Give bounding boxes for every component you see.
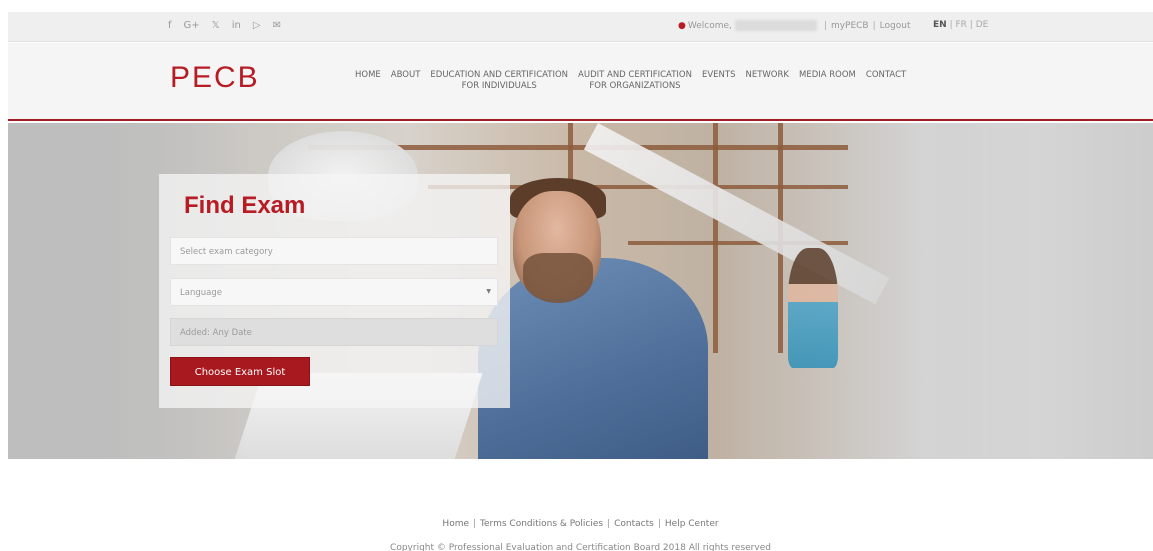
nav-contact[interactable]: CONTACT [861, 70, 911, 92]
google-plus-icon[interactable]: G+ [184, 20, 200, 32]
nav-media-room[interactable]: MEDIA ROOM [794, 70, 861, 92]
footer-help-center-link[interactable]: Help Center [665, 519, 719, 529]
footer-terms-link[interactable]: Terms Conditions & Policies [480, 519, 603, 529]
main-nav: HOME ABOUT EDUCATION AND CERTIFICATION F… [350, 70, 911, 92]
username-blurred [734, 20, 817, 31]
footer-home-link[interactable]: Home [442, 519, 469, 529]
background-woman [788, 248, 838, 368]
user-icon: ● [678, 20, 686, 31]
top-bar: f G+ 𝕏 in ▷ ✉ ● Welcome, | myPECB | Logo… [8, 12, 1153, 42]
youtube-icon[interactable]: ▷ [253, 20, 261, 32]
nav-network[interactable]: NETWORK [740, 70, 794, 92]
welcome-text: Welcome, [687, 20, 732, 31]
shelf-post [713, 123, 718, 353]
mypecb-link[interactable]: myPECB [831, 21, 869, 31]
right-haze [893, 123, 1153, 459]
find-exam-panel: Find Exam Select exam category Language … [159, 174, 510, 408]
language-select[interactable]: Language ▼ [170, 278, 498, 306]
lang-fr[interactable]: FR [955, 20, 966, 30]
footer-contacts-link[interactable]: Contacts [614, 519, 654, 529]
exam-category-select[interactable]: Select exam category [170, 237, 498, 265]
man-shirt [478, 258, 708, 459]
linkedin-icon[interactable]: in [232, 20, 241, 32]
language-switcher: EN | FR | DE [933, 20, 989, 30]
language-placeholder: Language [180, 288, 222, 298]
find-exam-title: Find Exam [184, 192, 306, 219]
facebook-icon[interactable]: f [168, 20, 172, 32]
copyright-text: Copyright © Professional Evaluation and … [390, 543, 771, 551]
nav-about[interactable]: ABOUT [386, 70, 426, 92]
twitter-icon[interactable]: 𝕏 [212, 20, 220, 32]
choose-exam-slot-button[interactable]: Choose Exam Slot [170, 357, 310, 386]
main-header: PECB HOME ABOUT EDUCATION AND CERTIFICAT… [8, 43, 1153, 121]
logout-link[interactable]: Logout [880, 21, 911, 31]
page: f G+ 𝕏 in ▷ ✉ ● Welcome, | myPECB | Logo… [8, 12, 1153, 551]
nav-events[interactable]: EVENTS [697, 70, 741, 92]
mail-icon[interactable]: ✉ [273, 20, 281, 32]
nav-home[interactable]: HOME [350, 70, 386, 92]
exam-category-placeholder: Select exam category [180, 247, 273, 257]
nav-education-certification-individuals[interactable]: EDUCATION AND CERTIFICATION FOR INDIVIDU… [425, 70, 573, 92]
added-date-select[interactable]: Added: Any Date [170, 318, 498, 346]
lang-de[interactable]: DE [976, 20, 989, 30]
footer-links: Home | Terms Conditions & Policies | Contact… [442, 519, 719, 529]
lang-en[interactable]: EN [933, 20, 947, 30]
nav-audit-certification-organizations[interactable]: AUDIT AND CERTIFICATION FOR ORGANIZATION… [573, 70, 697, 92]
man-beard [523, 253, 593, 303]
pecb-logo[interactable]: PECB [170, 61, 260, 95]
chevron-down-icon: ▼ [486, 288, 491, 295]
welcome-area: ● Welcome, | myPECB | Logout [678, 20, 911, 31]
added-date-placeholder: Added: Any Date [180, 328, 252, 338]
social-links: f G+ 𝕏 in ▷ ✉ [168, 20, 281, 32]
